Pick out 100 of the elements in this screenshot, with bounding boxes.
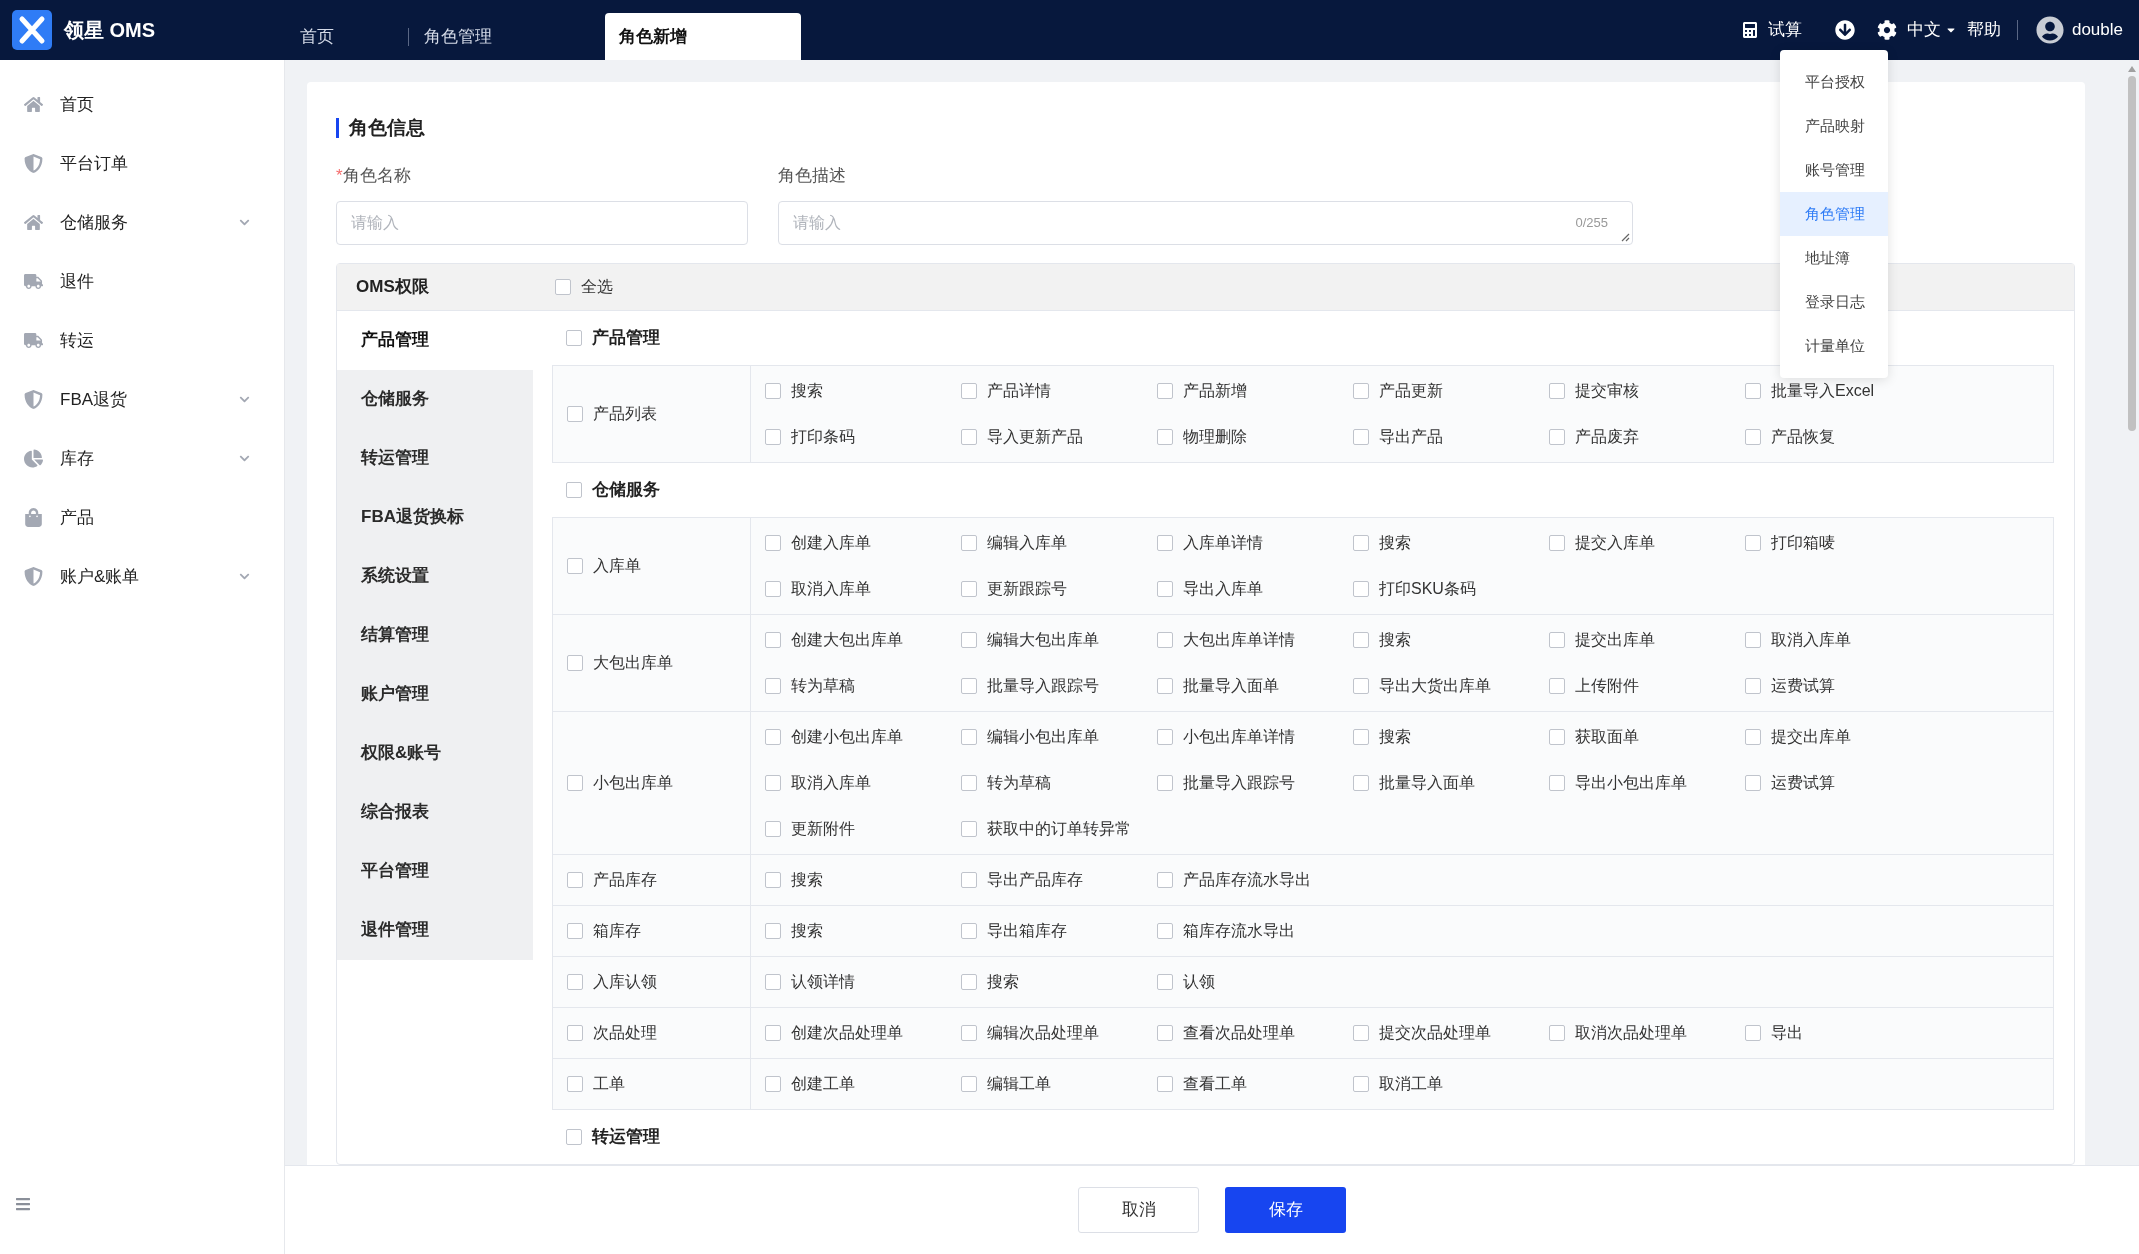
sidebar-item[interactable]: 库存 [0, 429, 284, 488]
checkbox[interactable] [961, 728, 977, 745]
module-tab[interactable]: 结算管理 [337, 605, 533, 665]
avatar-icon[interactable] [2035, 16, 2064, 44]
checkbox[interactable] [567, 557, 583, 574]
collapse-icon[interactable] [14, 1196, 32, 1212]
checkbox[interactable] [1157, 677, 1173, 694]
page-tab[interactable]: 角色管理 [409, 13, 566, 60]
checkbox[interactable] [1353, 1075, 1369, 1092]
sidebar-item[interactable]: 产品 [0, 488, 284, 547]
menu-item[interactable]: 平台授权 [1780, 60, 1888, 104]
sidebar-item[interactable]: 退件 [0, 252, 284, 311]
checkbox[interactable] [1157, 1075, 1173, 1092]
settings-icon[interactable] [1876, 20, 1897, 40]
checkbox[interactable] [961, 428, 977, 445]
sidebar-item[interactable]: 平台订单 [0, 134, 284, 193]
checkbox[interactable] [1353, 631, 1369, 648]
checkbox[interactable] [1549, 1024, 1565, 1041]
checkbox[interactable] [567, 1075, 583, 1092]
checkbox[interactable] [1157, 774, 1173, 791]
checkbox[interactable] [765, 631, 781, 648]
checkbox[interactable] [1549, 774, 1565, 791]
checkbox[interactable] [567, 973, 583, 990]
checkbox[interactable] [566, 481, 582, 498]
checkbox[interactable] [566, 1128, 582, 1145]
checkbox[interactable] [1157, 871, 1173, 888]
checkbox[interactable] [765, 1024, 781, 1041]
checkbox[interactable] [1157, 382, 1173, 399]
menu-item[interactable]: 角色管理 [1780, 192, 1888, 236]
checkbox[interactable] [1745, 728, 1761, 745]
checkbox[interactable] [1745, 534, 1761, 551]
checkbox[interactable] [1549, 382, 1565, 399]
module-tab[interactable]: 账户管理 [337, 664, 533, 724]
checkbox[interactable] [961, 534, 977, 551]
checkbox[interactable] [765, 820, 781, 837]
checkbox[interactable] [1745, 1024, 1761, 1041]
module-tab[interactable]: 系统设置 [337, 546, 533, 606]
cancel-button[interactable]: 取消 [1078, 1187, 1199, 1233]
checkbox[interactable] [567, 654, 583, 671]
checkbox[interactable] [1353, 382, 1369, 399]
description-input[interactable]: 请输入 [793, 210, 1576, 235]
checkbox[interactable] [961, 631, 977, 648]
checkbox[interactable] [1353, 580, 1369, 597]
checkbox[interactable] [1549, 428, 1565, 445]
checkbox[interactable] [961, 774, 977, 791]
checkbox[interactable] [765, 677, 781, 694]
checkbox[interactable] [1353, 428, 1369, 445]
checkbox[interactable] [1549, 728, 1565, 745]
module-tab[interactable]: 仓储服务 [337, 369, 533, 429]
trial-link[interactable]: 试算 [1767, 17, 1802, 43]
module-tab[interactable]: 权限&账号 [337, 723, 533, 783]
checkbox[interactable] [1745, 428, 1761, 445]
module-tab[interactable]: 转运管理 [337, 428, 533, 488]
checkbox[interactable] [566, 329, 582, 346]
checkbox[interactable] [961, 1075, 977, 1092]
checkbox[interactable] [1157, 922, 1173, 939]
checkbox[interactable] [765, 973, 781, 990]
menu-item[interactable]: 地址簿 [1780, 236, 1888, 280]
checkbox[interactable] [765, 428, 781, 445]
checkbox[interactable] [1353, 534, 1369, 551]
sidebar-item[interactable]: 首页 [0, 75, 284, 134]
checkbox[interactable] [1157, 580, 1173, 597]
checkbox[interactable] [765, 580, 781, 597]
page-tab[interactable]: 首页 [285, 13, 408, 60]
calculator-icon[interactable] [1741, 22, 1758, 38]
sidebar-item[interactable]: 转运 [0, 311, 284, 370]
checkbox[interactable] [1353, 728, 1369, 745]
name-field[interactable]: 请输入 [336, 200, 748, 245]
checkbox[interactable] [1157, 728, 1173, 745]
checkbox[interactable] [1549, 534, 1565, 551]
scrollbar-thumb[interactable] [2128, 76, 2136, 431]
module-tab[interactable]: 平台管理 [337, 841, 533, 901]
save-button[interactable]: 保存 [1225, 1187, 1346, 1233]
checkbox[interactable] [1157, 534, 1173, 551]
checkbox[interactable] [961, 820, 977, 837]
checkbox[interactable] [1745, 774, 1761, 791]
module-tab[interactable]: 退件管理 [337, 900, 533, 960]
language-selector[interactable]: 中文 [1906, 17, 1957, 43]
checkbox[interactable] [961, 580, 977, 597]
checkbox[interactable] [1353, 774, 1369, 791]
checkbox[interactable] [1157, 973, 1173, 990]
checkbox[interactable] [1745, 677, 1761, 694]
checkbox[interactable] [765, 534, 781, 551]
checkbox[interactable] [555, 278, 571, 295]
menu-item[interactable]: 登录日志 [1780, 280, 1888, 324]
checkbox[interactable] [1157, 631, 1173, 648]
user-name[interactable]: double [2071, 17, 2123, 43]
checkbox[interactable] [1549, 631, 1565, 648]
checkbox[interactable] [1353, 1024, 1369, 1041]
sidebar-item[interactable]: 仓储服务 [0, 193, 284, 252]
checkbox[interactable] [567, 922, 583, 939]
checkbox[interactable] [765, 1075, 781, 1092]
sidebar-item[interactable]: FBA退货 [0, 370, 284, 429]
menu-item[interactable]: 账号管理 [1780, 148, 1888, 192]
page-tab[interactable]: 角色新增 [605, 13, 801, 60]
checkbox[interactable] [567, 871, 583, 888]
module-tab[interactable]: 综合报表 [337, 782, 533, 842]
checkbox[interactable] [1549, 677, 1565, 694]
checkbox[interactable] [765, 774, 781, 791]
menu-item[interactable]: 计量单位 [1780, 324, 1888, 368]
